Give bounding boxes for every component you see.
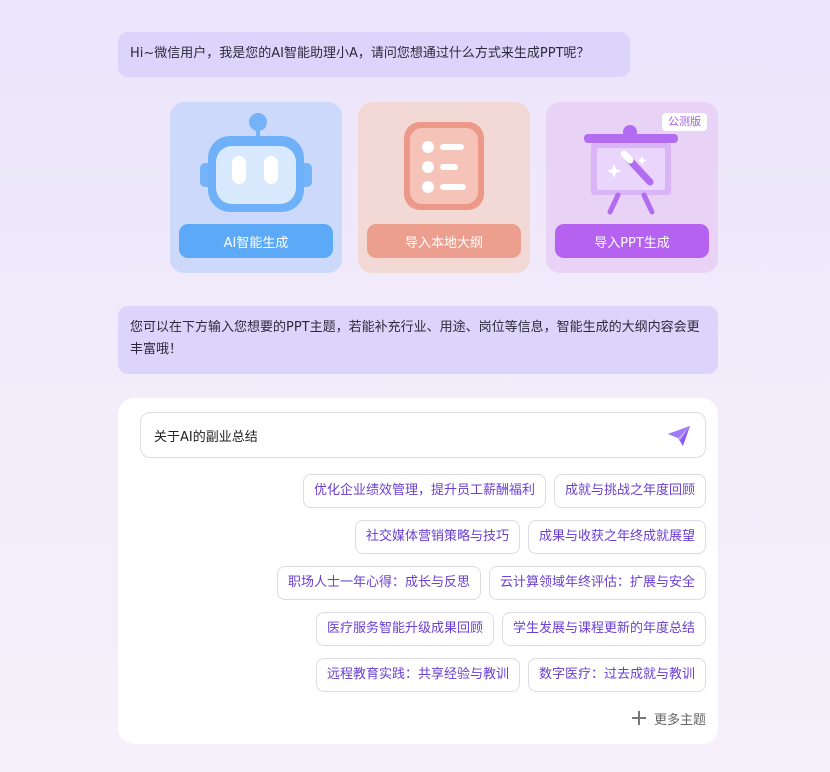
hint-text: 您可以在下方输入您想要的PPT主题，若能补充行业、用途、岗位等信息，智能生成的大… — [130, 320, 700, 357]
topic-chip[interactable]: 云计算领域年终评估：扩展与安全 — [488, 566, 706, 600]
hint-message: 您可以在下方输入您想要的PPT主题，若能补充行业、用途、岗位等信息，智能生成的大… — [118, 306, 718, 374]
import-ppt-button[interactable]: 导入PPT生成 — [555, 224, 709, 258]
ai-generate-card[interactable]: AI智能生成 — [170, 102, 342, 273]
topic-input[interactable] — [154, 413, 654, 457]
topic-chip[interactable]: 职场人士一年心得：成长与反思 — [276, 566, 481, 600]
topic-chip[interactable]: 数字医疗：过去成就与教训 — [527, 658, 706, 692]
topic-chip[interactable]: 优化企业绩效管理，提升员工薪酬福利 — [302, 474, 546, 508]
topic-chip[interactable]: 远程教育实践：共享经验与教训 — [315, 658, 520, 692]
greeting-text: Hi~微信用户，我是您的AI智能助理小A，请问您想通过什么方式来生成PPT呢？ — [130, 46, 590, 61]
topic-row: 职场人士一年心得：成长与反思 云计算领域年终评估：扩展与安全 — [140, 566, 706, 600]
topic-input-panel: 优化企业绩效管理，提升员工薪酬福利 成就与挑战之年度回顾 社交媒体营销策略与技巧… — [118, 398, 718, 744]
topic-suggestions: 优化企业绩效管理，提升员工薪酬福利 成就与挑战之年度回顾 社交媒体营销策略与技巧… — [140, 474, 706, 704]
beta-badge: 公测版 — [662, 113, 707, 131]
topic-chip[interactable]: 成果与收获之年终成就展望 — [527, 520, 706, 554]
more-topics-label: 更多主题 — [653, 712, 706, 728]
more-topics-button[interactable]: 更多主题 — [631, 708, 706, 728]
topic-chip[interactable]: 社交媒体营销策略与技巧 — [354, 520, 520, 554]
robot-icon — [200, 113, 312, 212]
greeting-message: Hi~微信用户，我是您的AI智能助理小A，请问您想通过什么方式来生成PPT呢？ — [118, 32, 630, 77]
send-paper-plane-icon[interactable] — [667, 425, 691, 447]
import-outline-button[interactable]: 导入本地大纲 — [367, 224, 521, 258]
import-ppt-card[interactable]: 公测版 导入PPT生成 — [546, 102, 718, 273]
topic-row: 优化企业绩效管理，提升员工薪酬福利 成就与挑战之年度回顾 — [140, 474, 706, 508]
plus-icon — [631, 711, 646, 725]
ai-generate-button[interactable]: AI智能生成 — [179, 224, 333, 258]
import-outline-card[interactable]: 导入本地大纲 — [358, 102, 530, 273]
outline-list-icon — [404, 122, 484, 210]
topic-chip[interactable]: 成就与挑战之年度回顾 — [553, 474, 706, 508]
topic-chip[interactable]: 学生发展与课程更新的年度总结 — [501, 612, 706, 646]
topic-row: 医疗服务智能升级成果回顾 学生发展与课程更新的年度总结 — [140, 612, 706, 646]
topic-chip[interactable]: 医疗服务智能升级成果回顾 — [315, 612, 494, 646]
topic-row: 社交媒体营销策略与技巧 成果与收获之年终成就展望 — [140, 520, 706, 554]
topic-row: 远程教育实践：共享经验与教训 数字医疗：过去成就与教训 — [140, 658, 706, 692]
topic-input-box — [140, 412, 706, 458]
